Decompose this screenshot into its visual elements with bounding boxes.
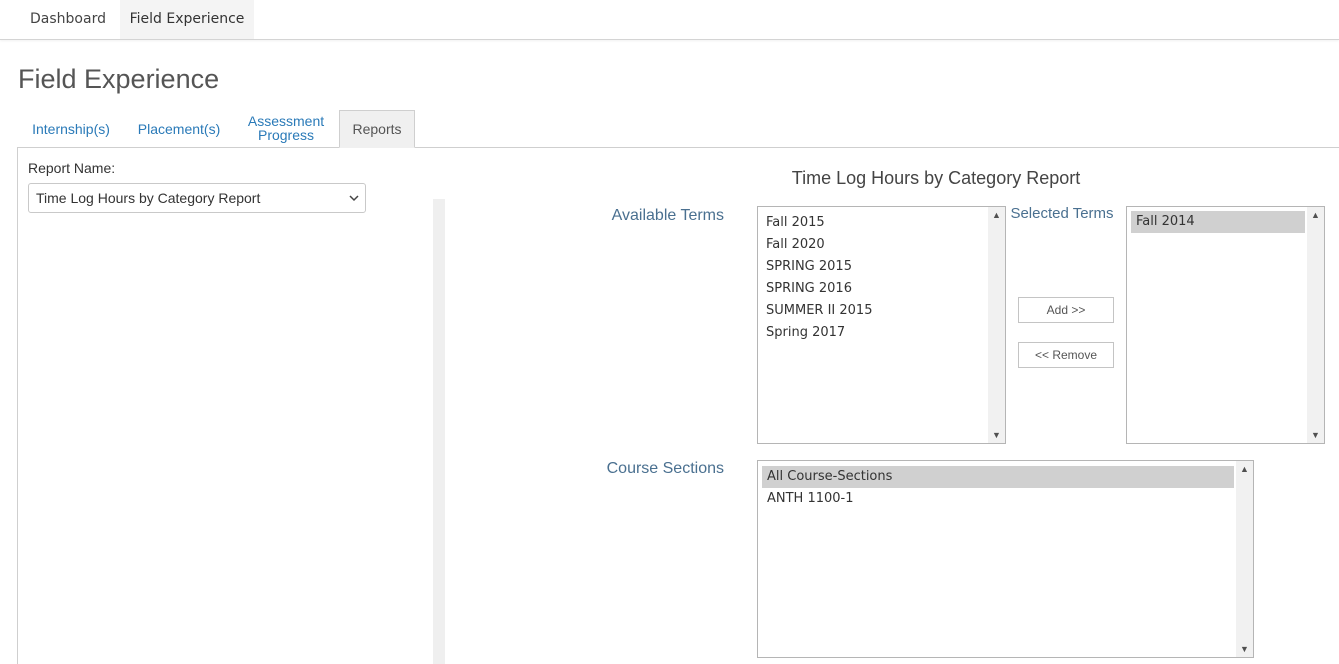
available-term-option[interactable]: SUMMER II 2015	[758, 300, 988, 322]
report-name-select[interactable]: Time Log Hours by Category Report	[28, 183, 366, 213]
tab-assessment-progress-line1: Assessment	[247, 113, 325, 129]
tab-reports[interactable]: Reports	[339, 110, 415, 148]
top-navigation: Dashboard Field Experience	[0, 0, 1339, 40]
tab-assessment-progress[interactable]: Assessment Progress	[239, 114, 333, 142]
scroll-down-arrow-icon[interactable]: ▼	[1236, 642, 1253, 656]
tab-placements[interactable]: Placement(s)	[129, 121, 229, 137]
course-sections-scrollbar[interactable]: ▲ ▼	[1236, 461, 1253, 657]
scroll-down-arrow-icon[interactable]: ▼	[988, 428, 1005, 442]
course-section-option[interactable]: ANTH 1100-1	[762, 488, 1234, 510]
available-terms-list[interactable]: Fall 2015 Fall 2020 SPRING 2015 SPRING 2…	[757, 206, 1006, 444]
available-term-option[interactable]: Fall 2020	[758, 234, 988, 256]
scroll-up-arrow-icon[interactable]: ▲	[1307, 208, 1324, 222]
selected-terms-label: Selected Terms	[1010, 205, 1114, 222]
page-title: Field Experience	[18, 64, 220, 94]
nav-tab-field-experience[interactable]: Field Experience	[120, 0, 254, 39]
available-term-option[interactable]: SPRING 2015	[758, 256, 988, 278]
nav-tab-dashboard[interactable]: Dashboard	[18, 0, 118, 39]
available-terms-scrollbar[interactable]: ▲ ▼	[988, 207, 1005, 443]
sub-tab-bar: Internship(s) Placement(s) Assessment Pr…	[17, 110, 1339, 148]
scroll-up-arrow-icon[interactable]: ▲	[1236, 462, 1253, 476]
scroll-down-arrow-icon[interactable]: ▼	[1307, 428, 1324, 442]
selected-terms-scrollbar[interactable]: ▲ ▼	[1307, 207, 1324, 443]
course-sections-list[interactable]: All Course-Sections ANTH 1100-1 ▲ ▼	[757, 460, 1254, 658]
remove-term-button[interactable]: << Remove	[1018, 342, 1114, 368]
panel-left-border	[17, 148, 18, 664]
available-term-option[interactable]: Fall 2015	[758, 212, 988, 234]
selected-term-option[interactable]: Fall 2014	[1131, 211, 1305, 233]
report-heading: Time Log Hours by Category Report	[791, 168, 1081, 188]
course-section-option[interactable]: All Course-Sections	[762, 466, 1234, 488]
chevron-down-icon	[349, 184, 359, 223]
tab-assessment-progress-line2: Progress	[257, 127, 315, 143]
add-term-button[interactable]: Add >>	[1018, 297, 1114, 323]
tab-internships[interactable]: Internship(s)	[19, 121, 123, 137]
available-terms-label: Available Terms	[611, 207, 724, 224]
report-name-value: Time Log Hours by Category Report	[36, 190, 261, 206]
report-name-label: Report Name:	[28, 160, 116, 176]
selected-terms-list[interactable]: Fall 2014 ▲ ▼	[1126, 206, 1325, 444]
available-term-option[interactable]: SPRING 2016	[758, 278, 988, 300]
panel-divider[interactable]	[433, 199, 445, 664]
available-term-option[interactable]: Spring 2017	[758, 322, 988, 344]
course-sections-label: Course Sections	[606, 460, 724, 477]
scroll-up-arrow-icon[interactable]: ▲	[988, 208, 1005, 222]
